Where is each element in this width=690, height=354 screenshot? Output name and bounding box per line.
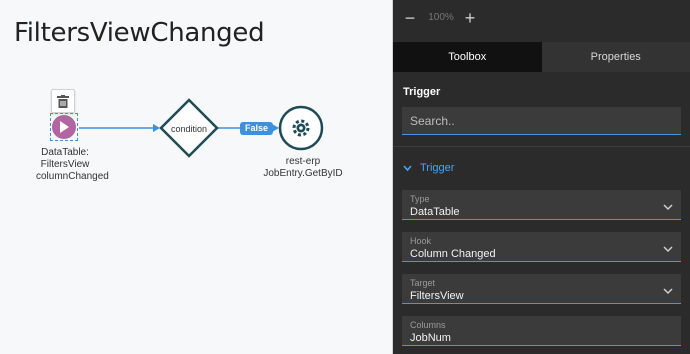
action-node-label-method: JobEntry.GetByID [263, 168, 343, 179]
connector-arrowhead-1 [153, 124, 160, 132]
condition-node-label: condition [170, 124, 208, 134]
type-label: Type [410, 194, 430, 204]
zoom-in-button[interactable]: + [461, 6, 479, 30]
flow-canvas[interactable]: FiltersViewChanged DataTable: FiltersVie… [0, 0, 393, 354]
trash-icon [57, 94, 69, 108]
delete-node-button[interactable] [51, 89, 75, 113]
type-select[interactable]: Type DataTable [402, 190, 681, 220]
target-label: Target [410, 278, 436, 288]
trigger-group-toggle[interactable]: Trigger [403, 162, 454, 174]
chevron-down-icon [663, 198, 673, 216]
side-panel: − 100% + Toolbox Properties Trigger Sear… [393, 0, 690, 354]
zoom-toolbar: − 100% + [393, 0, 690, 40]
trigger-circle [52, 115, 76, 139]
divider [393, 146, 690, 147]
chevron-down-icon [663, 282, 673, 300]
hook-label: Hook [410, 236, 432, 246]
action-node[interactable] [278, 105, 324, 151]
tab-properties[interactable]: Properties [541, 42, 690, 72]
columns-label: Columns [410, 320, 446, 330]
chevron-down-icon [663, 240, 673, 258]
zoom-out-button[interactable]: − [401, 6, 419, 30]
section-heading: Trigger [403, 86, 441, 98]
panel-tabs: Toolbox Properties [393, 42, 690, 72]
columns-value: JobNum [410, 332, 451, 344]
hook-select[interactable]: Hook Column Changed [402, 232, 681, 262]
trigger-node-label: DataTable: FiltersView columnChanged [36, 147, 109, 182]
action-node-label: rest-erp JobEntry.GetByID [258, 156, 348, 180]
play-icon [60, 121, 69, 133]
columns-field[interactable]: Columns JobNum [402, 316, 681, 346]
trigger-group-title: Trigger [420, 162, 455, 174]
trigger-node[interactable] [50, 113, 78, 141]
connector-arrowhead-2 [272, 124, 279, 132]
target-value: FiltersView [410, 290, 464, 302]
target-select[interactable]: Target FiltersView [402, 274, 681, 304]
zoom-level: 100% [428, 12, 454, 23]
chevron-down-icon [403, 163, 412, 173]
search-input[interactable]: Search.. [402, 107, 681, 135]
type-value: DataTable [410, 206, 460, 218]
hook-value: Column Changed [410, 248, 496, 260]
action-node-label-service: rest-erp [285, 156, 321, 167]
tab-toolbox[interactable]: Toolbox [393, 42, 542, 72]
branch-badge: False [240, 122, 274, 135]
